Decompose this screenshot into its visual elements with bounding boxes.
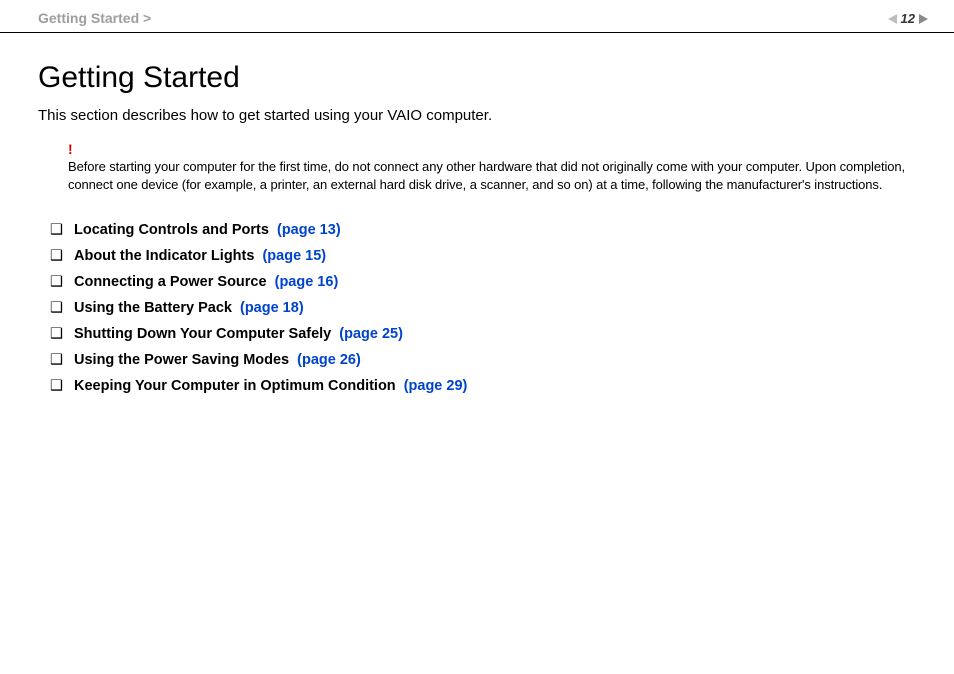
bullet-icon: ❑ <box>50 352 74 368</box>
page-content: Getting Started This section describes h… <box>0 33 954 394</box>
list-item: ❑ Using the Battery Pack (page 18) <box>50 300 916 316</box>
toc-page-link[interactable]: (page 13) <box>277 222 341 238</box>
toc-page-link[interactable]: (page 16) <box>275 274 339 290</box>
list-item: ❑ Keeping Your Computer in Optimum Condi… <box>50 378 916 394</box>
breadcrumb[interactable]: Getting Started > <box>38 10 151 26</box>
toc-page-link[interactable]: (page 25) <box>339 326 403 342</box>
toc-label: Using the Battery Pack <box>74 300 232 316</box>
list-item: ❑ Connecting a Power Source (page 16) <box>50 274 916 290</box>
toc-label: Locating Controls and Ports <box>74 222 269 238</box>
page-title: Getting Started <box>38 61 916 95</box>
toc-page-link[interactable]: (page 26) <box>297 352 361 368</box>
alert-text: Before starting your computer for the fi… <box>68 159 905 192</box>
list-item: ❑ Locating Controls and Ports (page 13) <box>50 222 916 238</box>
toc-label: Using the Power Saving Modes <box>74 352 289 368</box>
page-nav: 12 <box>888 11 934 26</box>
toc-page-link[interactable]: (page 18) <box>240 300 304 316</box>
bullet-icon: ❑ <box>50 274 74 290</box>
list-item: ❑ Using the Power Saving Modes (page 26) <box>50 352 916 368</box>
toc-label: About the Indicator Lights <box>74 248 254 264</box>
list-item: ❑ About the Indicator Lights (page 15) <box>50 248 916 264</box>
alert-icon: ! <box>68 142 906 156</box>
bullet-icon: ❑ <box>50 222 74 238</box>
bullet-icon: ❑ <box>50 248 74 264</box>
page-header: Getting Started > 12 <box>0 0 954 33</box>
bullet-icon: ❑ <box>50 378 74 394</box>
list-item: ❑ Shutting Down Your Computer Safely (pa… <box>50 326 916 342</box>
alert-block: ! Before starting your computer for the … <box>68 142 906 194</box>
page-number: 12 <box>901 11 915 26</box>
toc-label: Shutting Down Your Computer Safely <box>74 326 331 342</box>
prev-page-icon[interactable] <box>888 14 897 24</box>
toc-page-link[interactable]: (page 29) <box>404 378 468 394</box>
toc-label: Keeping Your Computer in Optimum Conditi… <box>74 378 396 394</box>
intro-text: This section describes how to get starte… <box>38 107 916 124</box>
bullet-icon: ❑ <box>50 300 74 316</box>
toc-label: Connecting a Power Source <box>74 274 267 290</box>
toc-page-link[interactable]: (page 15) <box>262 248 326 264</box>
toc-list: ❑ Locating Controls and Ports (page 13) … <box>50 222 916 394</box>
next-page-icon[interactable] <box>919 14 928 24</box>
bullet-icon: ❑ <box>50 326 74 342</box>
